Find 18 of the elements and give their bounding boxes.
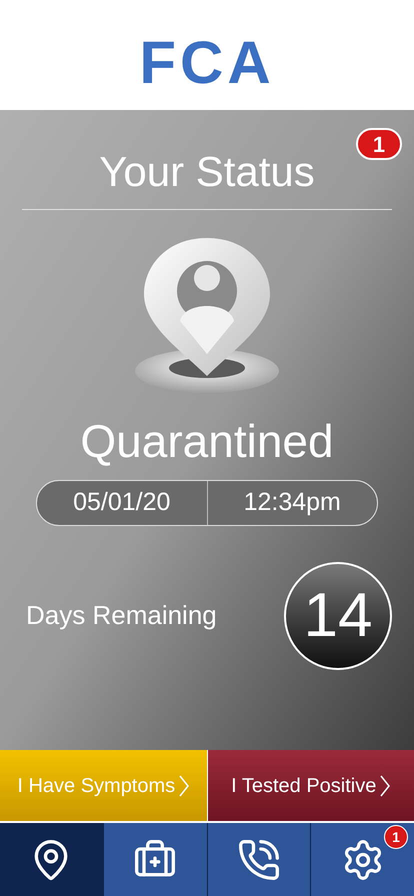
nav-tab[interactable] bbox=[206, 823, 310, 896]
nav-tab[interactable]: 1 bbox=[310, 823, 414, 896]
date-text: 05/01/20 bbox=[37, 480, 208, 524]
action-button[interactable]: I Tested Positive bbox=[206, 750, 414, 821]
nav-tab[interactable] bbox=[102, 823, 206, 896]
badge: 1 bbox=[384, 825, 408, 849]
chevron-icon bbox=[179, 774, 190, 796]
days-remaining-label: Days Remaining bbox=[26, 599, 217, 632]
days-counter: 14 bbox=[284, 562, 392, 670]
status-label: Quarantined bbox=[80, 418, 334, 464]
status-title: Your Status bbox=[99, 147, 315, 197]
location-pin-icon bbox=[132, 236, 282, 396]
notification-badge[interactable]: 1 bbox=[356, 128, 402, 160]
logo: FCA bbox=[139, 33, 275, 93]
chevron-icon bbox=[380, 774, 390, 796]
nav-tab[interactable] bbox=[0, 823, 103, 896]
phone-icon bbox=[236, 838, 281, 882]
time-text: 12:34pm bbox=[242, 486, 342, 518]
